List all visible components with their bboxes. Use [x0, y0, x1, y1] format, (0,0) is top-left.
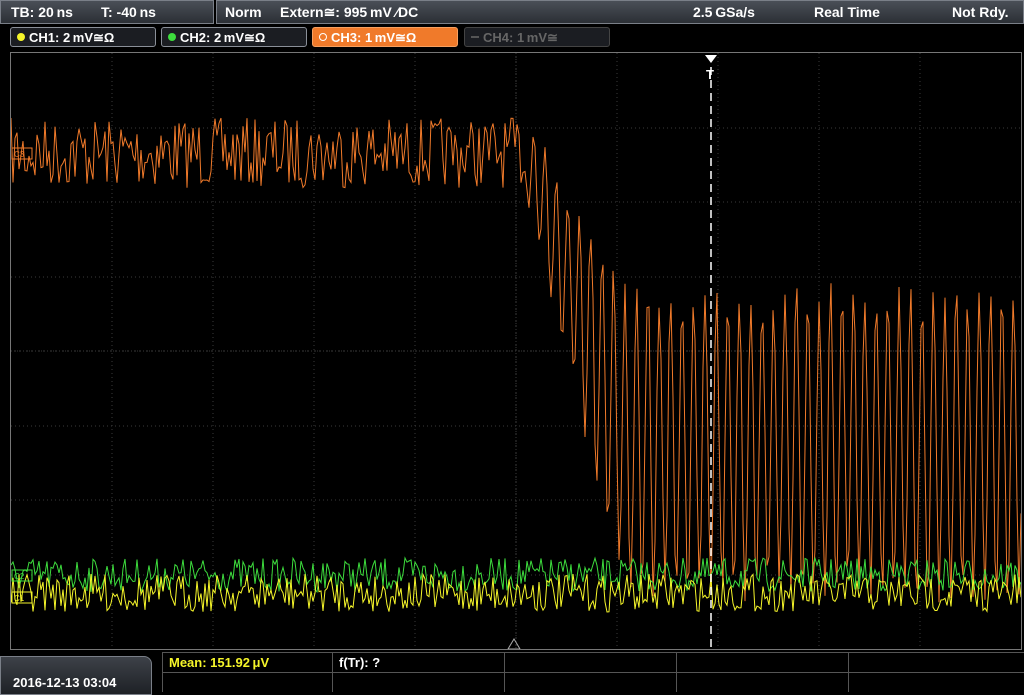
ch2-indicator-icon [168, 33, 176, 41]
trigger-arrow-icon[interactable] [705, 55, 717, 63]
measurement-slot-5[interactable] [848, 652, 1024, 672]
ch1-label: CH1: 2 mV≅Ω [29, 30, 115, 45]
ch2-offset-label: C2 [14, 572, 25, 581]
measurement-slot-7[interactable] [332, 672, 504, 692]
waveform-display[interactable]: T C3 C2 C1 [10, 52, 1022, 650]
channel-tab-ch1[interactable]: CH1: 2 mV≅Ω [10, 27, 156, 47]
acquisition-mode: Real Time [814, 4, 880, 20]
ch2-label: CH2: 2 mV≅Ω [180, 30, 266, 45]
ch1-trace [11, 572, 1021, 613]
ch4-label: CH4: 1 mV≅ [483, 30, 558, 45]
trigger-mode: Norm [225, 4, 262, 20]
measurement-slot-4[interactable] [676, 652, 848, 672]
sample-rate: 2.5 GSa/s [693, 4, 755, 20]
date-time-value: 2016-12-13 03:04 [13, 675, 117, 690]
date-time-panel: 2016-12-13 03:04 [0, 656, 152, 695]
ch3-indicator-icon [319, 33, 327, 41]
mean-value: Mean: 151.92 μV [169, 655, 270, 670]
measurement-mean[interactable]: Mean: 151.92 μV [162, 652, 332, 672]
channel-tab-ch3[interactable]: CH3: 1 mV≅Ω [312, 27, 458, 47]
trigger-time-value: T: -40 ns [101, 4, 156, 20]
measurement-slot-10[interactable] [848, 672, 1024, 692]
ftr-value: f(Tr): ? [339, 655, 381, 670]
ch1-offset-label: C1 [14, 594, 25, 603]
measurement-slot-6[interactable] [162, 672, 332, 692]
timebase-panel[interactable]: TB: 20 ns T: -40 ns [0, 0, 214, 24]
acquisition-state: Not Rdy. [952, 4, 1009, 20]
channel-tab-ch4[interactable]: CH4: 1 mV≅ [464, 27, 610, 47]
measurement-ftr[interactable]: f(Tr): ? [332, 652, 504, 672]
timebase-value: TB: 20 ns [11, 4, 73, 20]
ch1-indicator-icon [17, 33, 25, 41]
measurement-bar: Mean: 151.92 μV f(Tr): ? [162, 652, 1024, 695]
trigger-source: Extern≅: 995 mV ∕DC [280, 4, 419, 20]
waveform-canvas: T C3 C2 C1 [11, 53, 1021, 649]
ch3-offset-label: C3 [14, 150, 25, 159]
ch4-indicator-icon [471, 36, 479, 38]
measurement-slot-3[interactable] [504, 652, 676, 672]
channel-tab-ch2[interactable]: CH2: 2 mV≅Ω [161, 27, 307, 47]
time-reference-icon [507, 638, 521, 649]
measurement-slot-8[interactable] [504, 672, 676, 692]
trigger-marker-label: T [706, 67, 714, 82]
trigger-panel[interactable]: Norm Extern≅: 995 mV ∕DC 2.5 GSa/s Real … [216, 0, 1024, 24]
measurement-slot-9[interactable] [676, 672, 848, 692]
ch3-label: CH3: 1 mV≅Ω [331, 30, 417, 45]
status-bar: TB: 20 ns T: -40 ns Norm Extern≅: 995 mV… [0, 0, 1024, 24]
